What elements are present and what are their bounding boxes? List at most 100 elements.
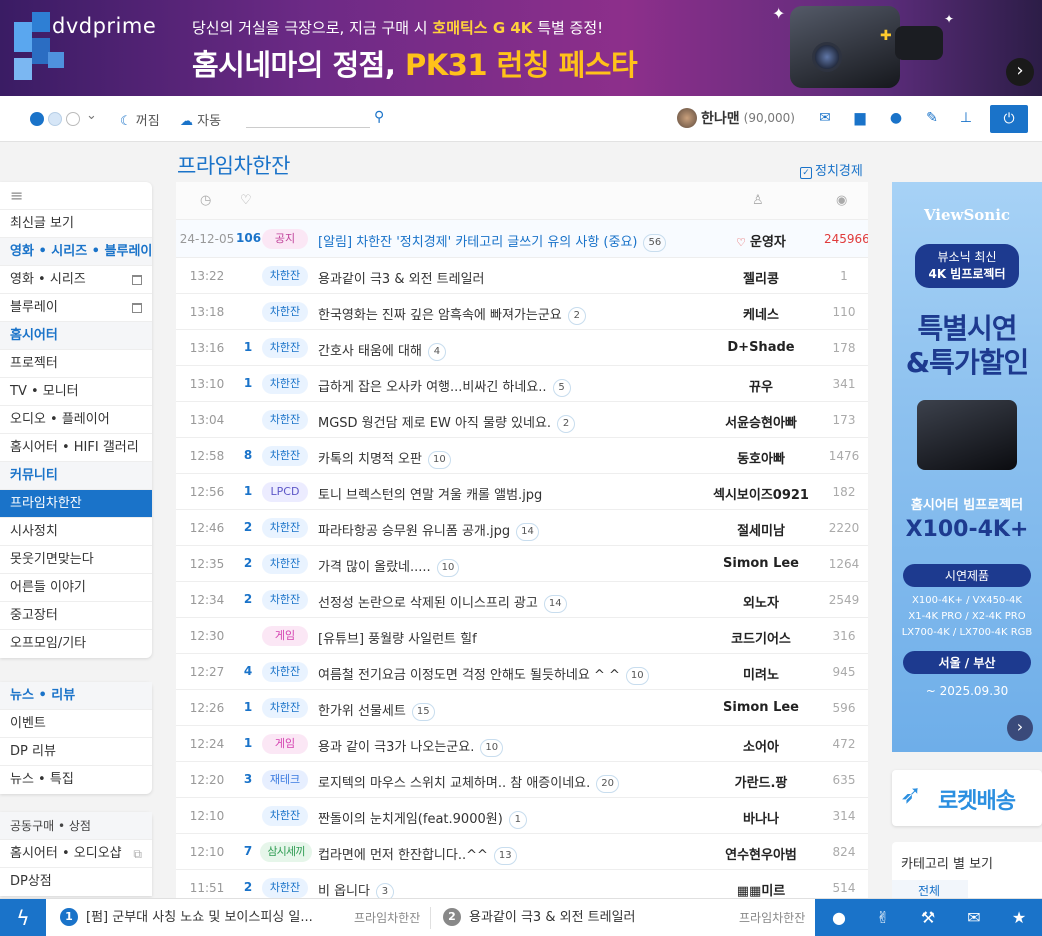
sidebar-head-hometheater[interactable]: 홈시어터: [0, 322, 152, 350]
chevron-down-icon[interactable]: ⌄: [86, 108, 97, 123]
post-title-link[interactable]: 한가위 선물세트 15: [318, 700, 435, 721]
search-icon[interactable]: ⚲: [374, 109, 384, 125]
post-author[interactable]: Simon Lee: [696, 556, 826, 571]
thumbs-up-icon[interactable]: ♡: [240, 193, 252, 208]
thumbs-up-icon[interactable]: ✌: [873, 908, 893, 928]
post-author[interactable]: 서윤승현아빠: [696, 412, 826, 431]
bottom-popular-post-1[interactable]: 1 [펌] 군부대 사칭 노쇼 및 보이스피싱 일...: [60, 899, 313, 936]
table-row[interactable]: 12:34 2 차한잔 선정성 논란으로 삭제된 이니스프리 광고 14 외노자 2549: [176, 582, 868, 618]
post-title-link[interactable]: 간호사 태움에 대해 4: [318, 340, 446, 361]
post-category-badge[interactable]: 차한잔: [262, 446, 308, 466]
sidebar-item-dp-review[interactable]: DP 리뷰: [0, 738, 152, 766]
post-category-badge[interactable]: 차한잔: [262, 554, 308, 574]
table-row[interactable]: 12:56 1 LPCD 토니 브렉스턴의 연말 겨울 캐롤 앨범.jpg 섹시보이즈0…: [176, 474, 868, 510]
post-author[interactable]: 코드기어스: [696, 628, 826, 647]
lightning-icon[interactable]: ϟ: [0, 899, 46, 936]
post-title-link[interactable]: 가격 많이 올랐네..... 10: [318, 556, 460, 577]
post-author[interactable]: 바나나: [696, 808, 826, 827]
sidebar-item-offline[interactable]: 오프모임/기타: [0, 630, 152, 658]
theme-dot-light[interactable]: [48, 112, 62, 126]
power-plug-icon[interactable]: ⏻: [990, 105, 1028, 133]
post-category-badge[interactable]: 차한잔: [262, 806, 308, 826]
table-row[interactable]: 12:24 1 게임 용과 같이 극3가 나오는군요. 10 소어아 472: [176, 726, 868, 762]
hammer-icon[interactable]: ⚒: [918, 908, 938, 928]
post-author[interactable]: 뀨우: [696, 376, 826, 395]
chat-icon[interactable]: ●: [829, 908, 849, 928]
chat-icon[interactable]: ●: [887, 109, 905, 127]
pencil-icon[interactable]: ✎: [923, 109, 941, 127]
mail-icon[interactable]: ✉: [816, 109, 834, 127]
search-input[interactable]: [246, 110, 366, 126]
banner-next-button[interactable]: ›: [1006, 58, 1034, 86]
post-title-link[interactable]: 급하게 잡은 오사카 여행...비싸긴 하네요.. 5: [318, 376, 571, 397]
table-row[interactable]: 12:20 3 재테크 로지텍의 마우스 스위치 교체하며.. 참 애증이네요. 20 가…: [176, 762, 868, 798]
notice-row[interactable]: 24-12-05 106 공지 [알림] 차한잔 '정치경제' 카테고리 글쓰기 유의…: [176, 220, 868, 258]
post-category-badge[interactable]: 차한잔: [262, 698, 308, 718]
star-icon[interactable]: ★: [1009, 908, 1029, 928]
calendar-icon[interactable]: [132, 275, 142, 285]
post-author[interactable]: Simon Lee: [696, 700, 826, 715]
post-category-badge[interactable]: 재테크: [262, 770, 308, 790]
post-author[interactable]: 외노자: [696, 592, 826, 611]
table-row[interactable]: 12:10 차한잔 짠돌이의 눈치게임(feat.9000원) 1 바나나 314: [176, 798, 868, 834]
post-title-link[interactable]: [유튜브] 풍월량 사일런트 힐f: [318, 628, 477, 647]
sidebar-head-movies[interactable]: 영화 • 시리즈 • 블루레이: [0, 238, 152, 266]
table-row[interactable]: 11:51 2 차한잔 비 옵니다 3 ▦▦미르 514: [176, 870, 868, 898]
post-category-badge[interactable]: 차한잔: [262, 662, 308, 682]
post-author[interactable]: 가란드.팡: [696, 772, 826, 791]
post-author[interactable]: D+Shade: [696, 340, 826, 355]
post-category-badge[interactable]: LPCD: [262, 482, 308, 502]
post-title-link[interactable]: 카톡의 치명적 오판 10: [318, 448, 451, 469]
sidebar-item-adult[interactable]: 어른들 이야기: [0, 574, 152, 602]
clock-icon[interactable]: ◷: [200, 193, 211, 208]
post-title-link[interactable]: 한국영화는 진짜 깊은 암흑속에 빠져가는군요 2: [318, 304, 586, 325]
post-title-link[interactable]: 용과 같이 극3가 나오는군요. 10: [318, 736, 504, 757]
post-category-badge[interactable]: 차한잔: [262, 374, 308, 394]
table-row[interactable]: 12:30 게임 [유튜브] 풍월량 사일런트 힐f 코드기어스 316: [176, 618, 868, 654]
rocket-delivery-ad[interactable]: ➶ 로켓배송: [892, 770, 1042, 826]
post-category-badge[interactable]: 게임: [262, 734, 308, 754]
theme-dot-blue[interactable]: [30, 112, 44, 126]
post-category-badge[interactable]: 삼시세끼: [260, 842, 312, 862]
post-category-badge[interactable]: 차한잔: [262, 302, 308, 322]
dark-mode-toggle[interactable]: ☾ 꺼짐: [120, 110, 160, 129]
sidebar-item-events[interactable]: 이벤트: [0, 710, 152, 738]
user-info[interactable]: 한나맨 (90,000): [677, 108, 795, 128]
sidebar-item-news-special[interactable]: 뉴스 • 특집: [0, 766, 152, 794]
sidebar-head-shop[interactable]: 공동구매 • 상점: [0, 812, 152, 840]
mail-icon[interactable]: ✉: [964, 908, 984, 928]
post-title-link[interactable]: 비 옵니다 3: [318, 880, 394, 898]
ad-next-button[interactable]: ›: [1007, 715, 1033, 741]
table-row[interactable]: 13:22 차한잔 용과같이 극3 & 외전 트레일러 젤리콩 1: [176, 258, 868, 294]
table-row[interactable]: 12:58 8 차한잔 카톡의 치명적 오판 10 동호아빠 1476: [176, 438, 868, 474]
sidebar-head-community[interactable]: 커뮤니티: [0, 462, 152, 490]
sidebar-item-prime-tea[interactable]: 프라임차한잔: [0, 490, 152, 518]
post-author[interactable]: ▦▦미르: [696, 880, 826, 898]
table-row[interactable]: 13:16 1 차한잔 간호사 태움에 대해 4 D+Shade 178: [176, 330, 868, 366]
table-row[interactable]: 12:10 7 삼시세끼 컵라면에 먼저 한잔합니다..^^ 13 연수현우아범 824: [176, 834, 868, 870]
menu-icon[interactable]: ≡: [0, 182, 152, 210]
post-author[interactable]: 절세미남: [696, 520, 826, 539]
table-row[interactable]: 12:27 4 차한잔 여름철 전기요금 이정도면 걱정 안해도 될듯하네요 ^ ^ 1…: [176, 654, 868, 690]
table-row[interactable]: 13:18 차한잔 한국영화는 진짜 깊은 암흑속에 빠져가는군요 2 케네스 110: [176, 294, 868, 330]
post-category-badge[interactable]: 차한잔: [262, 878, 308, 898]
bottom-popular-post-2[interactable]: 2 용과같이 극3 & 외전 트레일러: [443, 899, 636, 936]
post-title-link[interactable]: [알림] 차한잔 '정치경제' 카테고리 글쓰기 유의 사항 (중요) 56: [318, 231, 667, 252]
post-category-badge[interactable]: 차한잔: [262, 590, 308, 610]
post-title-link[interactable]: MGSD 웡건담 제로 EW 아직 물량 있네요. 2: [318, 412, 576, 433]
post-author[interactable]: 동호아빠: [696, 448, 826, 467]
post-author[interactable]: 미려노: [696, 664, 826, 683]
post-author[interactable]: 연수현우아범: [696, 844, 826, 863]
post-author[interactable]: 섹시보이즈0921: [696, 484, 826, 503]
politics-filter-checkbox[interactable]: ✓ 정치경제: [800, 160, 863, 179]
sidebar-item-projector[interactable]: 프로젝터: [0, 350, 152, 378]
post-title-link[interactable]: 토니 브렉스턴의 연말 겨울 캐롤 앨범.jpg: [318, 484, 542, 503]
post-category-badge[interactable]: 공지: [262, 229, 308, 249]
sidebar-item-politics[interactable]: 시사정치: [0, 518, 152, 546]
pin-icon[interactable]: ⊥: [957, 109, 975, 127]
archive-icon[interactable]: ▆: [851, 109, 869, 127]
post-title-link[interactable]: 용과같이 극3 & 외전 트레일러: [318, 268, 485, 287]
post-author[interactable]: ♡ 운영자: [696, 231, 826, 250]
post-title-link[interactable]: 로지텍의 마우스 스위치 교체하며.. 참 애증이네요. 20: [318, 772, 619, 793]
sidebar-item-bluray[interactable]: 블루레이: [0, 294, 152, 322]
